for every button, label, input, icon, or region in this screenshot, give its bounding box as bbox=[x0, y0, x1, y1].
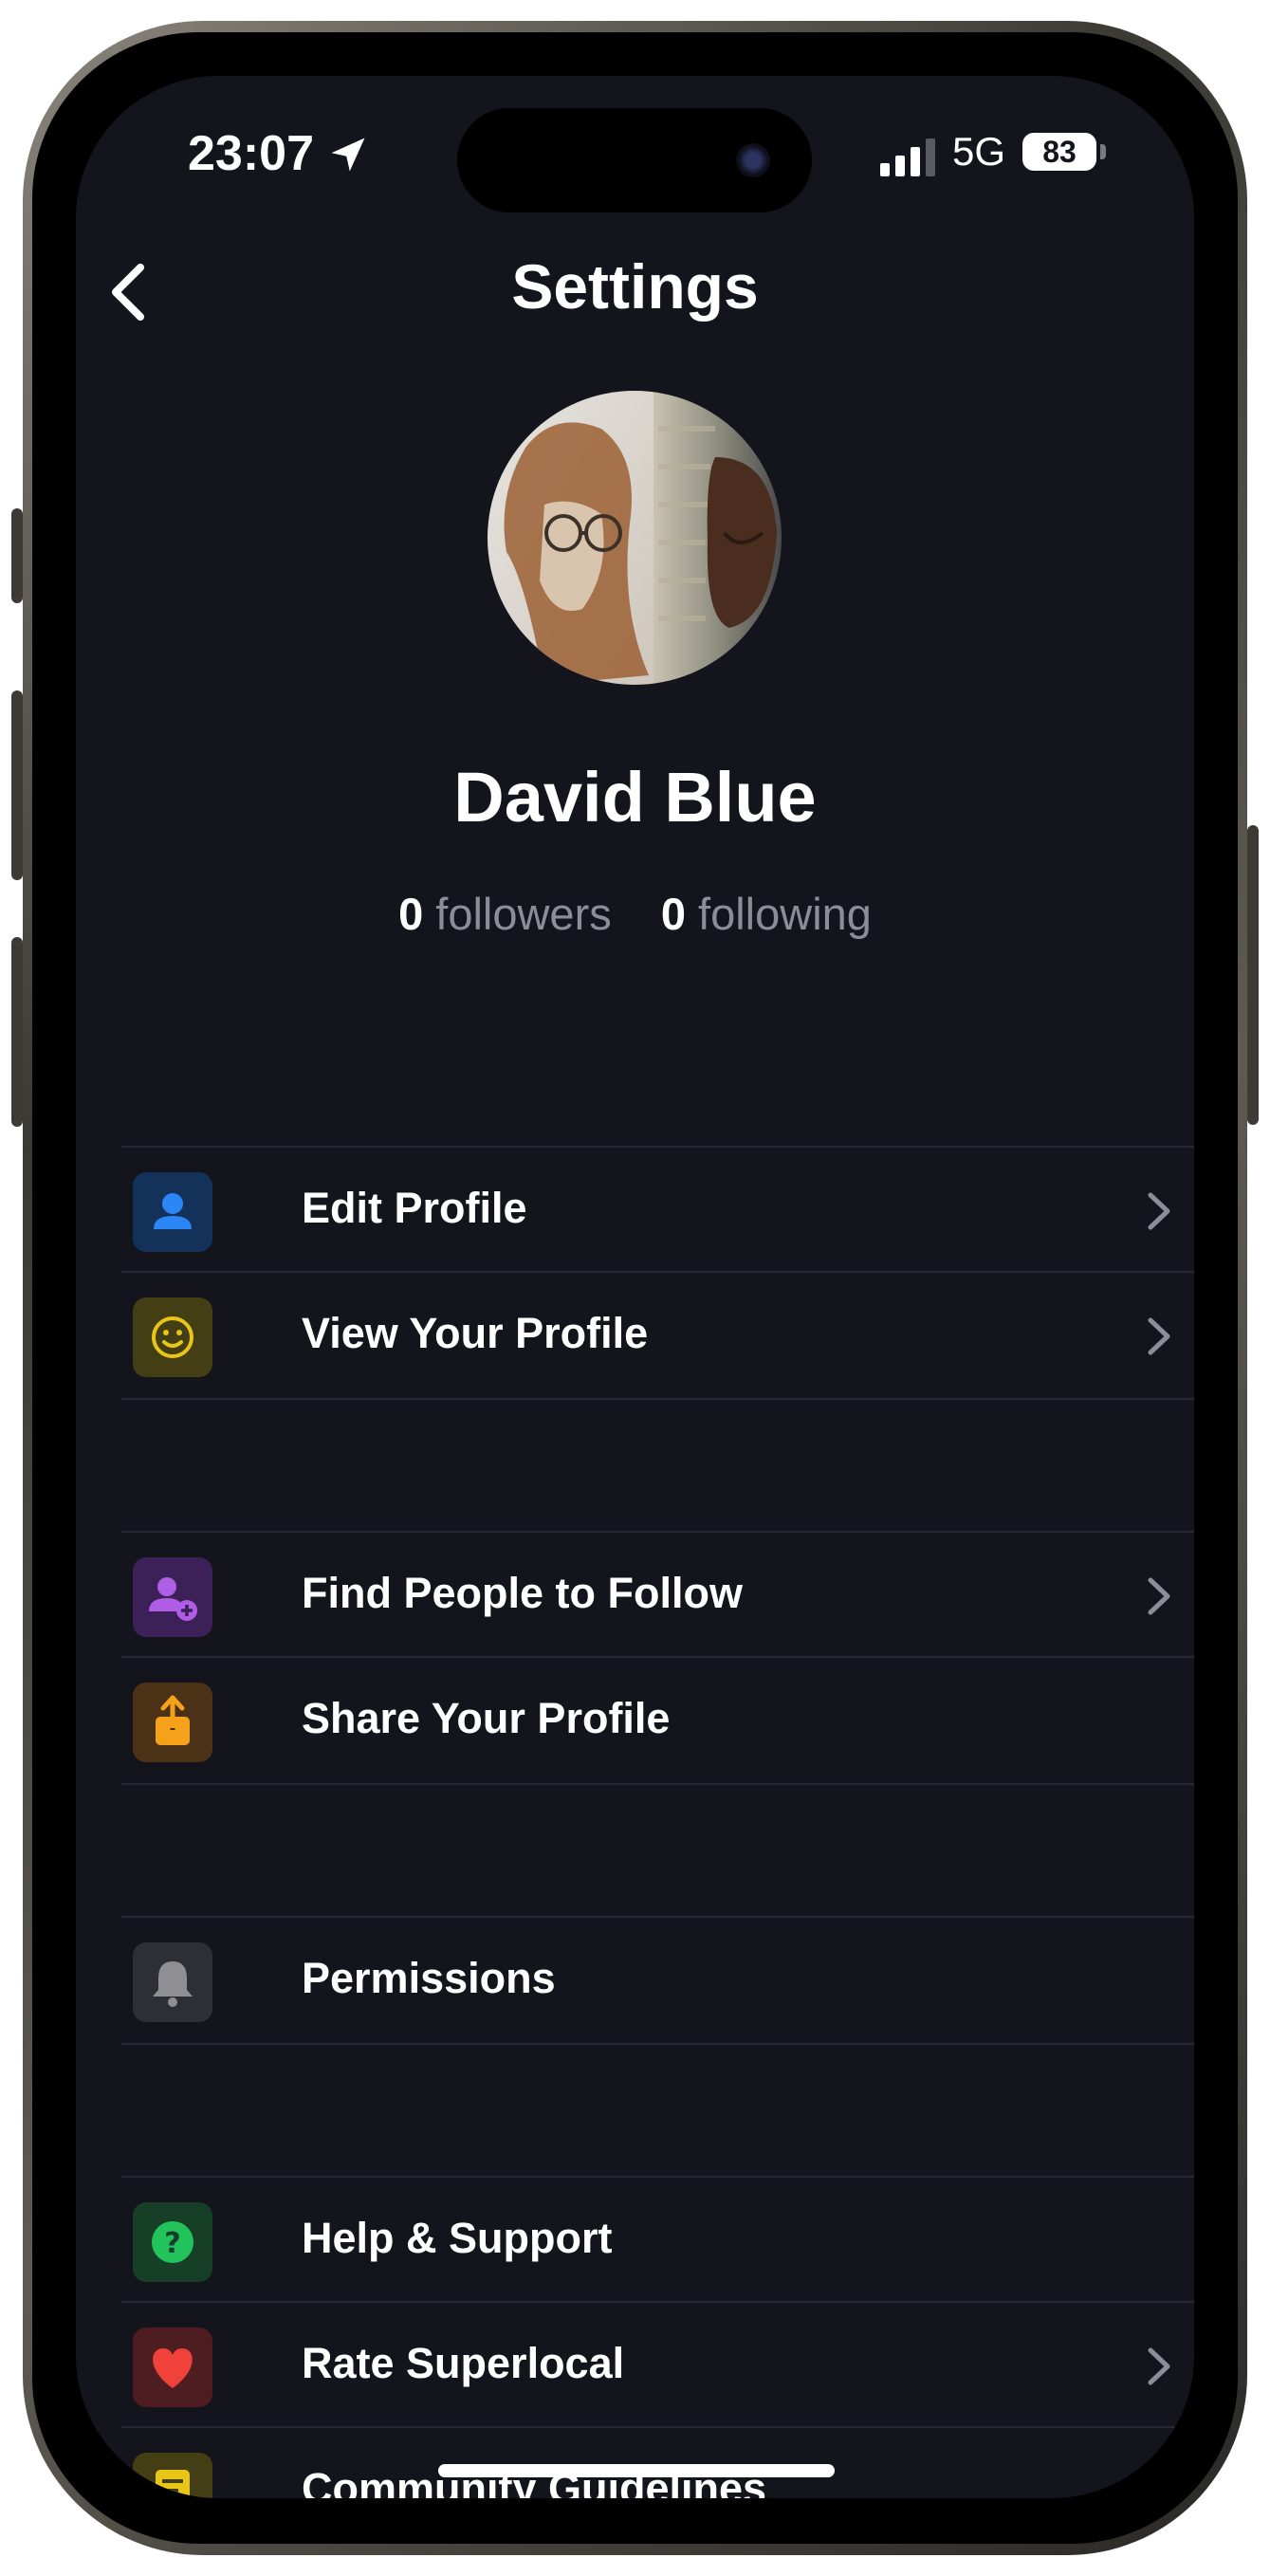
app-screen: 23:07 5G 83 Settings David Blue 0 follow… bbox=[76, 76, 1194, 2498]
menu-item-label: Permissions bbox=[302, 1954, 556, 2002]
avatar[interactable] bbox=[488, 391, 782, 685]
menu-item-edit-profile[interactable]: Edit Profile bbox=[121, 1146, 1194, 1273]
svg-text:?: ? bbox=[164, 2227, 180, 2260]
camera-icon bbox=[736, 143, 770, 177]
battery-icon: 83 bbox=[1022, 133, 1096, 171]
network-type: 5G bbox=[952, 129, 1006, 174]
menu-item-rate-app[interactable]: Rate Superlocal bbox=[121, 2301, 1194, 2428]
power-button bbox=[1247, 825, 1259, 1125]
person-icon bbox=[133, 1172, 212, 1252]
menu-item-label: Rate Superlocal bbox=[302, 2339, 625, 2387]
chevron-right-icon bbox=[1148, 1192, 1170, 1230]
user-name: David Blue bbox=[453, 758, 817, 837]
smiley-icon bbox=[133, 1297, 212, 1377]
page-title: Settings bbox=[511, 251, 759, 322]
followers-count[interactable]: 0 bbox=[398, 889, 423, 939]
dynamic-island bbox=[457, 108, 812, 212]
document-icon bbox=[133, 2453, 212, 2498]
location-arrow-icon bbox=[331, 138, 365, 172]
following-label[interactable]: following bbox=[698, 889, 872, 939]
menu-item-label: Find People to Follow bbox=[302, 1569, 743, 1617]
chevron-right-icon bbox=[1148, 1317, 1170, 1355]
action-button bbox=[11, 508, 23, 603]
menu-item-permissions[interactable]: Permissions bbox=[121, 1916, 1194, 2045]
menu-item-view-profile[interactable]: View Your Profile bbox=[121, 1271, 1194, 1400]
menu-item-find-people[interactable]: Find People to Follow bbox=[121, 1531, 1194, 1658]
followers-label[interactable]: followers bbox=[435, 889, 611, 939]
menu-item-label: Share Your Profile bbox=[302, 1694, 671, 1742]
heart-icon bbox=[133, 2328, 212, 2407]
bell-icon bbox=[133, 1942, 212, 2022]
question-icon: ? bbox=[133, 2202, 212, 2282]
chevron-right-icon bbox=[1148, 2347, 1170, 2385]
signal-bars-icon bbox=[880, 138, 935, 176]
battery-tip bbox=[1100, 144, 1106, 159]
person-add-icon bbox=[133, 1557, 212, 1637]
share-icon bbox=[133, 1683, 212, 1762]
following-count[interactable]: 0 bbox=[661, 889, 686, 939]
home-indicator[interactable] bbox=[438, 2464, 835, 2477]
chevron-right-icon bbox=[1148, 1577, 1170, 1615]
menu-item-label: Edit Profile bbox=[302, 1184, 527, 1232]
volume-down-button bbox=[11, 937, 23, 1127]
menu-item-label: View Your Profile bbox=[302, 1309, 649, 1357]
status-time: 23:07 bbox=[188, 126, 314, 181]
menu-item-community-guidelines[interactable]: Community Guidelines bbox=[121, 2426, 1194, 2498]
volume-up-button bbox=[11, 690, 23, 880]
menu-item-help-support[interactable]: ? Help & Support bbox=[121, 2176, 1194, 2303]
menu-item-share-profile[interactable]: Share Your Profile bbox=[121, 1656, 1194, 1785]
menu-item-label: Help & Support bbox=[302, 2214, 613, 2262]
follow-stats: 0 followers 0 following bbox=[76, 888, 1194, 940]
